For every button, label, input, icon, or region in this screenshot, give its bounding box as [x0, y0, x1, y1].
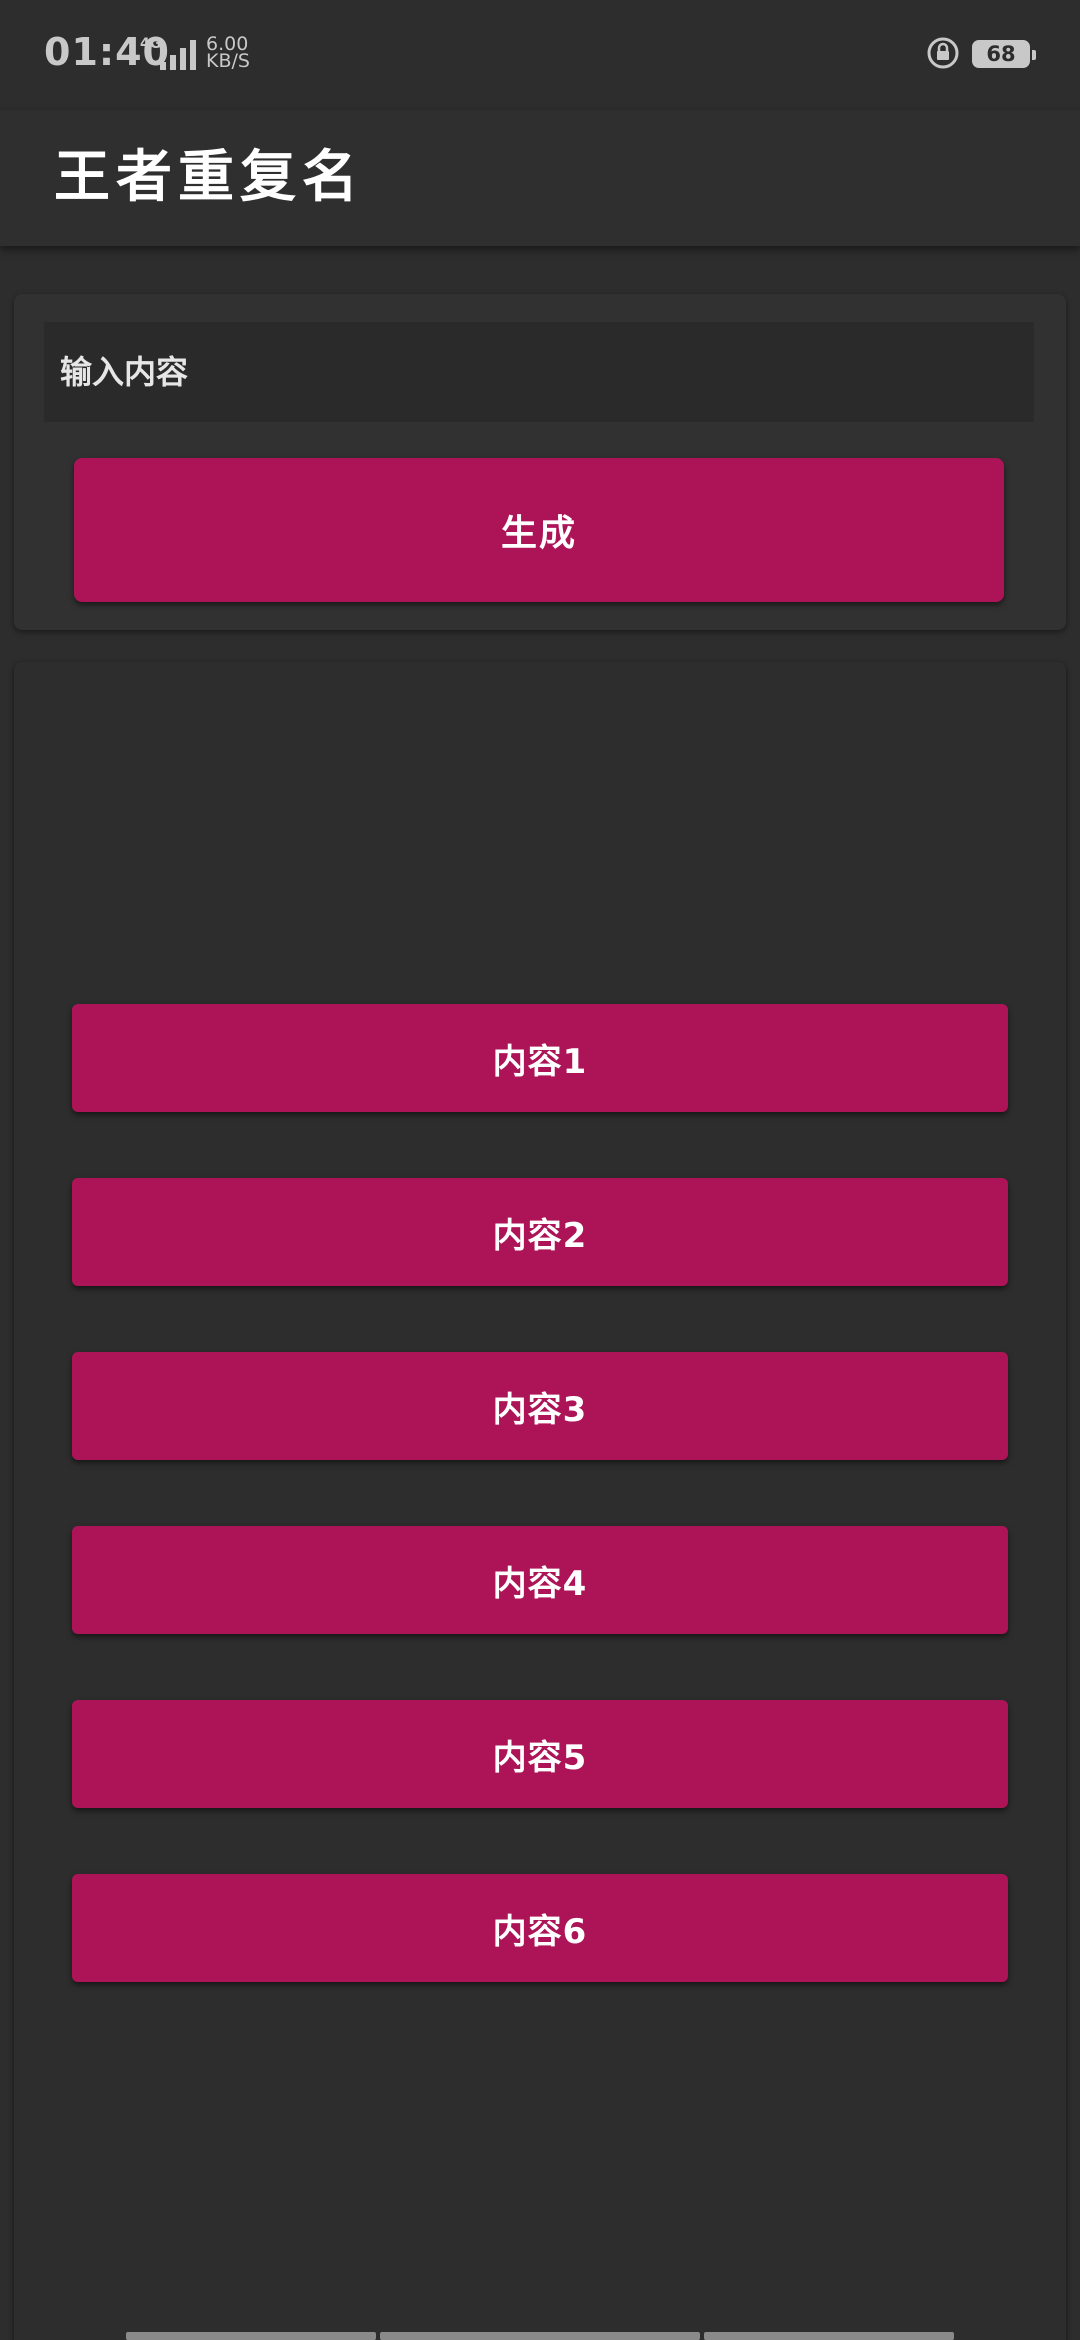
- input-card: 生成: [14, 294, 1066, 630]
- result-label: 内容5: [492, 1737, 588, 1778]
- result-button-5[interactable]: 内容5: [72, 1700, 1008, 1808]
- result-label: 内容2: [492, 1215, 588, 1256]
- battery-icon: 68: [972, 40, 1036, 68]
- result-button-2[interactable]: 内容2: [72, 1178, 1008, 1286]
- result-button-1[interactable]: 内容1: [72, 1004, 1008, 1112]
- app-bar: 王者重复名: [0, 110, 1080, 246]
- result-button-6[interactable]: 内容6: [72, 1874, 1008, 1982]
- app-title: 王者重复名: [54, 145, 364, 210]
- result-label: 内容3: [492, 1389, 588, 1430]
- screen: 01:40 4G 6.00 KB/S 68 王者重复名 生成: [0, 0, 1080, 2340]
- rotation-lock-icon: [927, 37, 959, 69]
- result-label: 内容6: [492, 1911, 588, 1952]
- result-label: 内容4: [492, 1563, 588, 1604]
- signal-icon: [160, 40, 196, 70]
- bottom-tab-bars: [0, 2328, 1080, 2340]
- result-button-4[interactable]: 内容4: [72, 1526, 1008, 1634]
- result-button-3[interactable]: 内容3: [72, 1352, 1008, 1460]
- bottom-tab-bar-3[interactable]: [704, 2332, 954, 2340]
- content-input[interactable]: [44, 322, 1034, 422]
- net-speed-unit: KB/S: [206, 50, 250, 72]
- generate-button[interactable]: 生成: [74, 458, 1004, 602]
- network-type: 4G: [140, 36, 162, 52]
- battery-level: 68: [986, 42, 1016, 66]
- result-label: 内容1: [492, 1041, 588, 1082]
- status-bar: 01:40 4G 6.00 KB/S 68: [0, 0, 1080, 110]
- net-speed: 6.00 KB/S: [206, 35, 250, 72]
- bottom-tab-bar-2[interactable]: [380, 2332, 700, 2340]
- generate-button-label: 生成: [500, 513, 577, 554]
- results-card: 内容1 内容2 内容3 内容4 内容5 内容6: [14, 662, 1066, 2340]
- bottom-tab-bar-1[interactable]: [126, 2332, 376, 2340]
